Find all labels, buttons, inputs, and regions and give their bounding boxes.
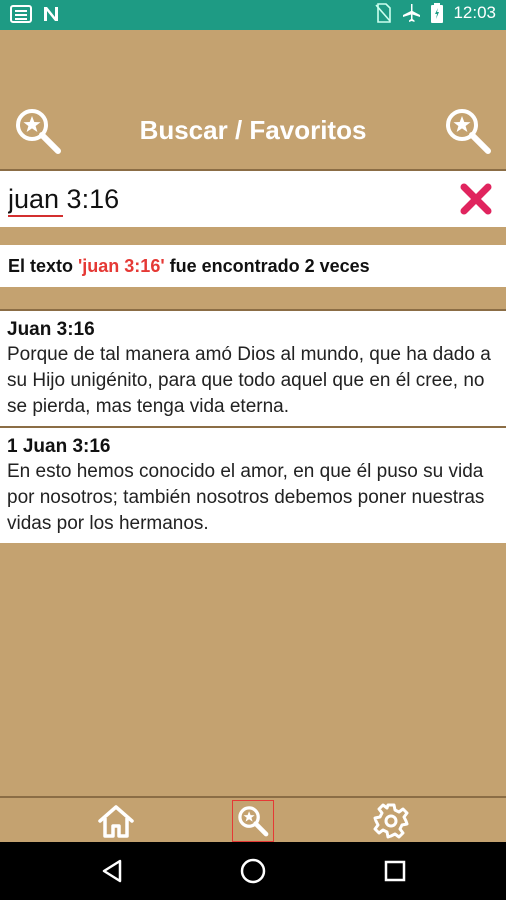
system-nav-bar [0, 842, 506, 900]
search-input[interactable] [8, 181, 438, 217]
airplane-mode-icon [403, 4, 421, 22]
status-bar-system: 12:03 [375, 3, 496, 23]
verse-reference: 1 Juan 3:16 [7, 436, 111, 457]
result-summary-suffix: fue encontrado 2 veces [164, 256, 370, 276]
home-icon [98, 805, 134, 838]
search-bar [0, 169, 506, 227]
system-back-button[interactable] [97, 856, 127, 886]
result-summary-text: El texto 'juan 3:16' fue encontrado 2 ve… [8, 256, 370, 277]
status-time: 12:03 [453, 3, 496, 22]
gear-icon [373, 803, 409, 839]
clear-search-button[interactable] [456, 179, 496, 219]
spellcheck-underline [8, 215, 63, 217]
recents-square-icon [384, 860, 406, 882]
result-summary-query: 'juan 3:16' [78, 256, 165, 276]
n-notification-icon [44, 7, 58, 21]
nav-home-button[interactable] [95, 800, 137, 842]
list-item[interactable]: Juan 3:16 Porque de tal manera amó Dios … [0, 309, 506, 426]
verse-reference: Juan 3:16 [7, 319, 95, 340]
search-star-icon [446, 109, 491, 154]
app-bar: Buscar / Favoritos [0, 30, 506, 165]
search-result-summary: El texto 'juan 3:16' fue encontrado 2 ve… [0, 245, 506, 287]
verse-text: En esto hemos conocido el amor, en que é… [7, 461, 485, 534]
close-icon [460, 183, 492, 215]
no-sim-icon [375, 3, 392, 23]
search-favorites-button-right[interactable] [442, 105, 494, 157]
nav-settings-button[interactable] [370, 800, 412, 842]
page-title: Buscar / Favoritos [139, 115, 367, 145]
status-bar-notifications [10, 5, 60, 23]
list-item[interactable]: 1 Juan 3:16 En esto hemos conocido el am… [0, 426, 506, 543]
nav-search-button[interactable] [232, 800, 274, 842]
bottom-nav [0, 796, 506, 842]
system-home-button[interactable] [238, 856, 268, 886]
system-recents-button[interactable] [380, 856, 410, 886]
home-circle-icon [240, 858, 266, 884]
keyboard-notification-icon [10, 5, 32, 23]
battery-icon [431, 3, 444, 23]
back-triangle-icon [102, 859, 122, 883]
status-bar: 12:03 [0, 0, 506, 30]
results-list: Juan 3:16 Porque de tal manera amó Dios … [0, 309, 506, 543]
search-star-icon [238, 806, 269, 837]
verse-text: Porque de tal manera amó Dios al mundo, … [7, 344, 491, 417]
result-summary-prefix: El texto [8, 256, 79, 276]
